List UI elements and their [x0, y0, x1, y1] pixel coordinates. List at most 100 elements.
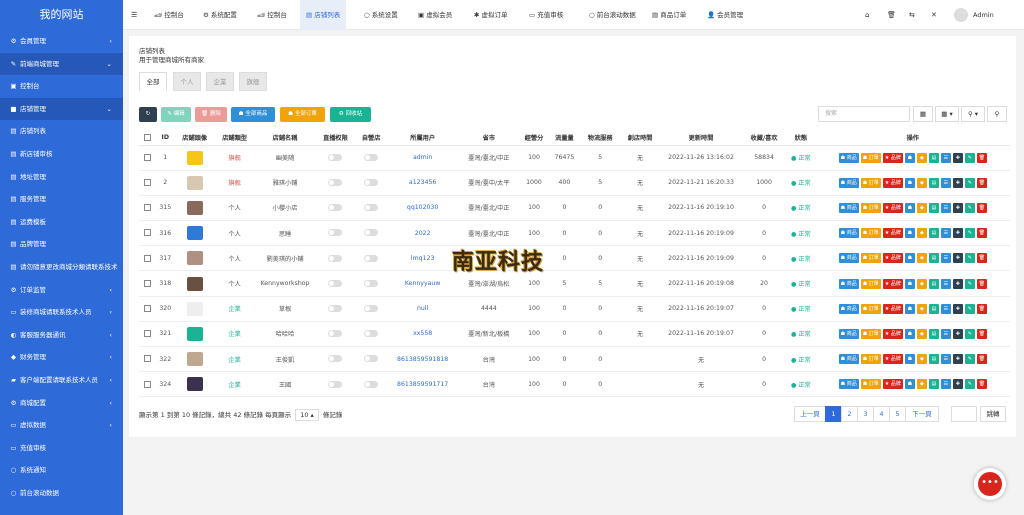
- cell-user[interactable]: xx558: [386, 321, 459, 348]
- row-checkbox-cell[interactable]: [139, 371, 156, 398]
- menu-icon[interactable]: ☰: [940, 152, 951, 163]
- delete-button[interactable]: 🗑 删除: [195, 107, 227, 122]
- self-operated-toggle[interactable]: [364, 380, 379, 388]
- orders-button[interactable]: ☗ 訂單: [860, 278, 881, 289]
- cell-live[interactable]: [315, 321, 356, 348]
- row-checkbox-cell[interactable]: [139, 170, 156, 196]
- edit-icon[interactable]: ✎: [964, 253, 975, 264]
- all-orders-button[interactable]: ☗ 全部订單: [280, 107, 325, 122]
- row-checkbox[interactable]: [143, 179, 151, 187]
- row-checkbox[interactable]: [143, 279, 151, 287]
- shop-icon[interactable]: ☗: [904, 303, 915, 314]
- chat-button[interactable]: •••: [974, 468, 1006, 500]
- cell-live[interactable]: [315, 346, 356, 373]
- goods-button[interactable]: ☗ 商品: [838, 177, 859, 188]
- sidebar-item[interactable]: ✎ 前端商城管理 ⌄: [0, 52, 123, 76]
- cell-live[interactable]: [315, 296, 356, 322]
- row-checkbox[interactable]: [143, 380, 151, 388]
- sidebar-item[interactable]: ▤ 服务管理: [0, 188, 123, 211]
- export-button[interactable]: ⚲ ▾: [961, 106, 985, 122]
- menu-toggle-icon[interactable]: ☰: [131, 0, 137, 30]
- cell-self[interactable]: [355, 170, 387, 196]
- list-icon[interactable]: ▤: [928, 202, 939, 213]
- tag-icon[interactable]: ◆: [916, 278, 927, 289]
- row-checkbox-cell[interactable]: [139, 145, 156, 171]
- sidebar-item[interactable]: ▭ 虚拟数据 ‹: [0, 414, 123, 437]
- brand-button[interactable]: ★ 品牌: [882, 177, 903, 188]
- orders-button[interactable]: ☗ 訂單: [860, 328, 881, 339]
- edit-icon[interactable]: ✎: [964, 152, 975, 163]
- delete-icon[interactable]: 🗑: [976, 354, 987, 365]
- brand-button[interactable]: ★ 品牌: [882, 278, 903, 289]
- delete-icon[interactable]: 🗑: [976, 328, 987, 339]
- sidebar-item[interactable]: ▤ 运费模板: [0, 211, 123, 234]
- sidebar-item[interactable]: ▤ 新店铺审核: [0, 143, 123, 166]
- orders-button[interactable]: ☗ 訂單: [860, 228, 881, 239]
- row-checkbox[interactable]: [143, 355, 151, 363]
- orders-button[interactable]: ☗ 訂單: [860, 253, 881, 264]
- self-operated-toggle[interactable]: [364, 179, 379, 187]
- cell-live[interactable]: [315, 220, 356, 247]
- cell-user[interactable]: 8613859591717: [386, 371, 459, 398]
- list-icon[interactable]: ▤: [928, 253, 939, 264]
- row-checkbox-cell[interactable]: [139, 220, 156, 247]
- row-checkbox[interactable]: [143, 304, 151, 312]
- delete-icon[interactable]: 🗑: [976, 379, 987, 390]
- cell-live[interactable]: [315, 145, 356, 171]
- row-checkbox[interactable]: [143, 229, 151, 237]
- cell-live[interactable]: [315, 371, 356, 398]
- sidebar-item[interactable]: ○ 前台滚动数据: [0, 482, 123, 505]
- list-icon[interactable]: ▤: [928, 228, 939, 239]
- next-page-button[interactable]: 下一頁: [905, 406, 939, 422]
- orders-button[interactable]: ☗ 訂單: [860, 379, 881, 390]
- brand-button[interactable]: ★ 品牌: [882, 303, 903, 314]
- search-input[interactable]: 搜索: [818, 106, 910, 122]
- top-tab[interactable]: ✱ 虚拟订单: [468, 0, 514, 30]
- menu-icon[interactable]: ☰: [940, 228, 951, 239]
- tag-icon[interactable]: ◆: [916, 253, 927, 264]
- row-checkbox[interactable]: [143, 153, 151, 161]
- delete-icon[interactable]: 🗑: [976, 253, 987, 264]
- plus-icon[interactable]: ✚: [952, 228, 963, 239]
- menu-icon[interactable]: ☰: [940, 354, 951, 365]
- tag-icon[interactable]: ◆: [916, 177, 927, 188]
- page-3[interactable]: 3: [857, 406, 874, 422]
- plus-icon[interactable]: ✚: [952, 303, 963, 314]
- goto-page-input[interactable]: [951, 406, 977, 422]
- edit-icon[interactable]: ✎: [964, 328, 975, 339]
- list-icon[interactable]: ▤: [928, 177, 939, 188]
- list-icon[interactable]: ▤: [928, 303, 939, 314]
- advanced-search-button[interactable]: ⚲: [987, 106, 1007, 122]
- live-permission-toggle[interactable]: [328, 153, 343, 161]
- edit-icon[interactable]: ✎: [964, 303, 975, 314]
- shop-icon[interactable]: ☗: [904, 379, 915, 390]
- sidebar-item[interactable]: ▤ 品牌管理: [0, 233, 123, 256]
- menu-icon[interactable]: ☰: [940, 253, 951, 264]
- menu-icon[interactable]: ☰: [940, 303, 951, 314]
- cell-user[interactable]: 8613859591818: [386, 346, 459, 373]
- delete-icon[interactable]: 🗑: [976, 202, 987, 213]
- goods-button[interactable]: ☗ 商品: [838, 228, 859, 239]
- sidebar-item[interactable]: ▤ 地址管理: [0, 166, 123, 189]
- view-toggle-button[interactable]: ▦: [913, 106, 933, 122]
- cell-user[interactable]: 2022: [386, 220, 459, 247]
- sidebar-item[interactable]: ▰ 客户端配置请联系技术人员 ‹: [0, 369, 123, 392]
- row-checkbox-cell[interactable]: [139, 321, 156, 348]
- sidebar-item[interactable]: ○ 系统通知: [0, 459, 123, 482]
- plus-icon[interactable]: ✚: [952, 354, 963, 365]
- sidebar-item[interactable]: ◆ 财务管理 ‹: [0, 346, 123, 369]
- sidebar-item[interactable]: ▤ 请勿隨意更改商城分類请联系技术: [0, 256, 123, 279]
- page-2[interactable]: 2: [841, 406, 858, 422]
- prev-page-button[interactable]: 上一頁: [794, 406, 826, 422]
- live-permission-toggle[interactable]: [328, 355, 343, 363]
- live-permission-toggle[interactable]: [328, 254, 343, 262]
- row-checkbox[interactable]: [143, 330, 151, 338]
- goods-button[interactable]: ☗ 商品: [838, 354, 859, 365]
- shop-icon[interactable]: ☗: [904, 202, 915, 213]
- edit-icon[interactable]: ✎: [964, 202, 975, 213]
- goods-button[interactable]: ☗ 商品: [838, 328, 859, 339]
- edit-button[interactable]: ✎ 编辑: [161, 107, 191, 122]
- fullscreen-icon[interactable]: ✕: [931, 0, 937, 30]
- shop-icon[interactable]: ☗: [904, 228, 915, 239]
- shop-icon[interactable]: ☗: [904, 177, 915, 188]
